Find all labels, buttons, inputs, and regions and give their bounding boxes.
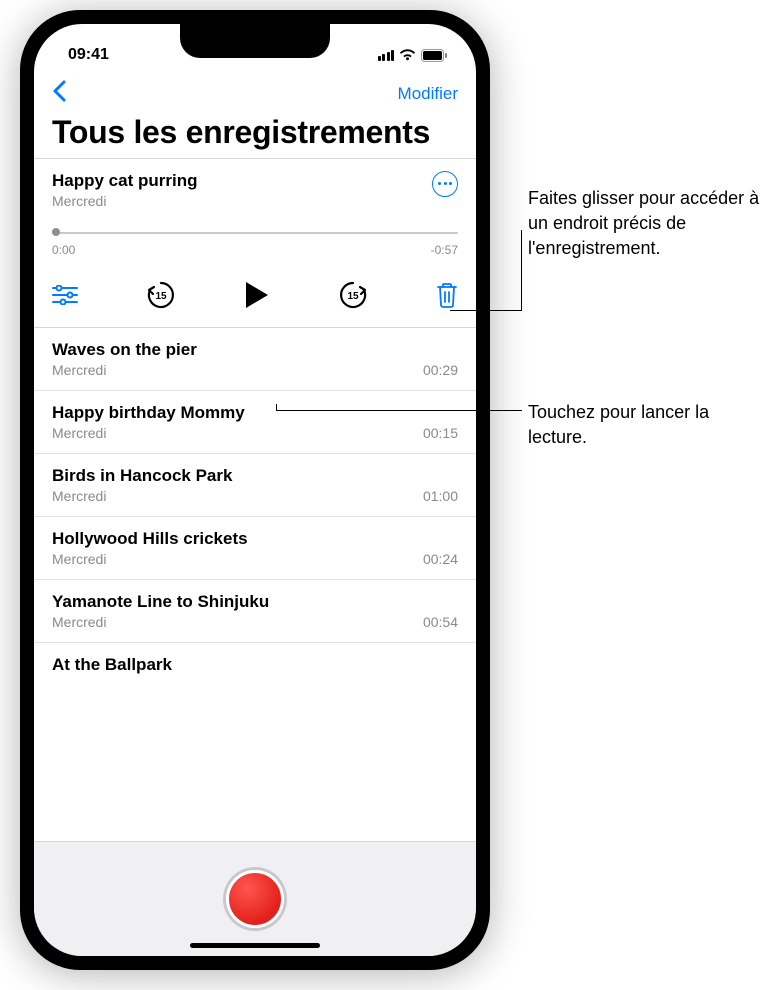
playback-scrubber[interactable]	[52, 231, 458, 235]
callout-line	[521, 230, 522, 311]
callout-scrubber: Faites glisser pour accéder à un endroit…	[528, 186, 763, 260]
svg-text:15: 15	[347, 291, 359, 302]
recording-title: Waves on the pier	[52, 340, 197, 360]
recording-subtitle: Mercredi	[52, 488, 232, 504]
play-button[interactable]	[244, 280, 270, 310]
time-remaining: -0:57	[431, 243, 458, 257]
record-button[interactable]	[226, 870, 284, 928]
ellipsis-icon	[438, 182, 452, 185]
recording-title: Hollywood Hills crickets	[52, 529, 248, 549]
skip-back-15-icon: 15	[145, 279, 177, 311]
recording-item[interactable]: Yamanote Line to Shinjuku Mercredi 00:54	[34, 580, 476, 643]
wifi-icon	[399, 49, 416, 61]
recording-item[interactable]: Waves on the pier Mercredi 00:29	[34, 328, 476, 391]
phone-screen: 09:41 Modifier Tous les enregistrements	[34, 24, 476, 956]
recording-title: Happy birthday Mommy	[52, 403, 245, 423]
recording-item[interactable]: Birds in Hancock Park Mercredi 01:00	[34, 454, 476, 517]
recording-title: Yamanote Line to Shinjuku	[52, 592, 269, 612]
recording-item[interactable]: Happy birthday Mommy Mercredi 00:15	[34, 391, 476, 454]
callout-play: Touchez pour lancer la lecture.	[528, 400, 763, 450]
options-button[interactable]	[52, 285, 78, 305]
recording-duration: 00:54	[423, 614, 458, 630]
page-title: Tous les enregistrements	[52, 115, 458, 150]
recording-duration: 00:24	[423, 551, 458, 567]
bottom-toolbar	[34, 841, 476, 956]
skip-forward-button[interactable]: 15	[337, 279, 369, 311]
title-area: Tous les enregistrements	[34, 111, 476, 158]
recording-title: At the Ballpark	[52, 655, 172, 675]
skip-back-button[interactable]: 15	[145, 279, 177, 311]
notch	[180, 24, 330, 58]
recording-item[interactable]: Hollywood Hills crickets Mercredi 00:24	[34, 517, 476, 580]
callout-line	[276, 410, 522, 411]
delete-button[interactable]	[436, 282, 458, 308]
status-time: 09:41	[68, 46, 109, 64]
recording-subtitle: Mercredi	[52, 425, 245, 441]
callout-line	[450, 310, 522, 311]
recording-subtitle: Mercredi	[52, 551, 248, 567]
recordings-list: Happy cat purring Mercredi 0:00 -0:57	[34, 158, 476, 956]
recording-title: Birds in Hancock Park	[52, 466, 232, 486]
trash-icon	[436, 282, 458, 308]
playback-controls: 15 15	[52, 277, 458, 313]
svg-text:15: 15	[155, 291, 167, 302]
more-options-button[interactable]	[432, 171, 458, 197]
edit-button[interactable]: Modifier	[398, 84, 458, 104]
battery-icon	[421, 49, 448, 62]
status-indicators	[378, 49, 449, 62]
recording-expanded[interactable]: Happy cat purring Mercredi 0:00 -0:57	[34, 158, 476, 328]
callout-line	[276, 404, 277, 411]
home-indicator[interactable]	[190, 943, 320, 948]
back-button[interactable]	[52, 80, 66, 107]
skip-forward-15-icon: 15	[337, 279, 369, 311]
phone-frame: 09:41 Modifier Tous les enregistrements	[20, 10, 490, 970]
nav-bar: Modifier	[34, 72, 476, 111]
recording-duration: 01:00	[423, 488, 458, 504]
recording-subtitle: Mercredi	[52, 193, 197, 209]
sliders-icon	[52, 285, 78, 305]
recording-duration: 00:29	[423, 362, 458, 378]
recording-subtitle: Mercredi	[52, 614, 269, 630]
time-elapsed: 0:00	[52, 243, 75, 257]
recording-item[interactable]: At the Ballpark	[34, 643, 476, 681]
scrubber-handle-icon[interactable]	[52, 228, 60, 236]
play-icon	[244, 280, 270, 310]
cellular-signal-icon	[378, 50, 395, 61]
recording-subtitle: Mercredi	[52, 362, 197, 378]
recording-duration: 00:15	[423, 425, 458, 441]
recording-title: Happy cat purring	[52, 171, 197, 191]
